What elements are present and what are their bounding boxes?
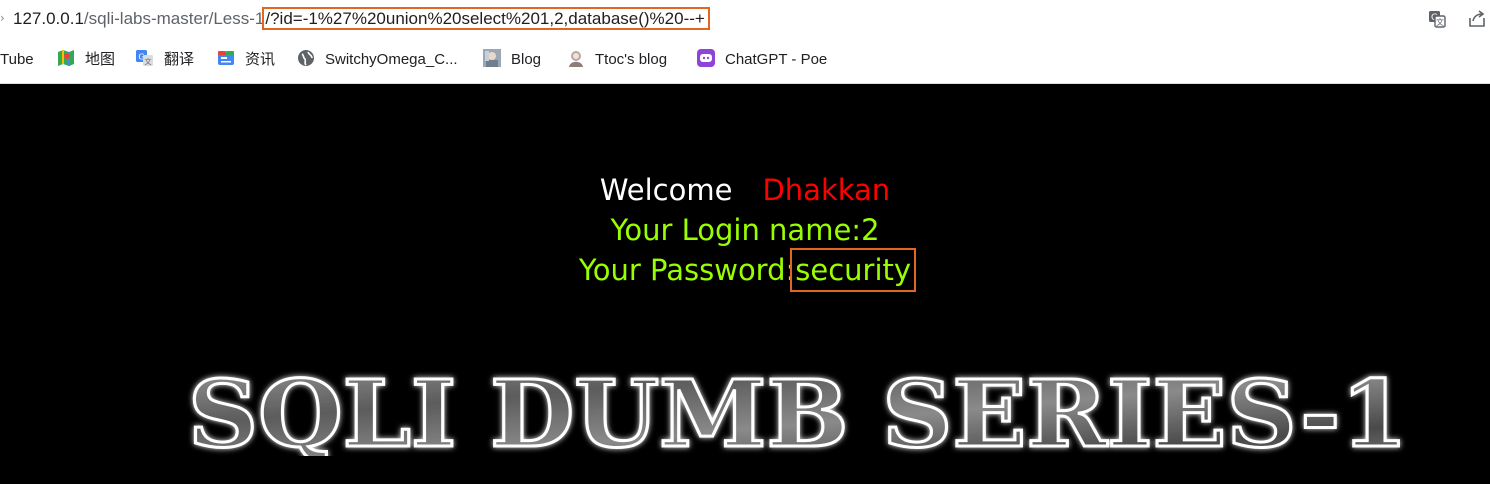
- svg-text:文: 文: [1436, 17, 1444, 27]
- bookmark-label: ChatGPT - Poe: [725, 51, 828, 68]
- sqli-banner: SQLI DUMB SERIES-1: [178, 359, 1418, 470]
- bookmark-news[interactable]: 资讯: [217, 49, 275, 71]
- username-text: Dhakkan: [762, 173, 891, 207]
- bookmark-label: Blog: [511, 51, 542, 68]
- banner-text: SQLI DUMB SERIES-1: [188, 366, 1408, 456]
- welcome-text: Welcome: [599, 173, 733, 207]
- password-label: Your Password:: [578, 253, 796, 287]
- bookmark-maps[interactable]: 地图: [57, 49, 115, 71]
- bookmark-label: 资讯: [245, 51, 276, 68]
- bookmark-label: Ttoc's blog: [595, 51, 668, 68]
- bookmark-translate[interactable]: G 文 翻译: [136, 49, 194, 71]
- url-query-highlight: /?id=-1%27%20union%20select%201,2,databa…: [262, 7, 710, 30]
- password-value-highlight: security: [790, 248, 917, 292]
- bookmark-label: Tube: [0, 51, 34, 68]
- page-content: Welcome Dhakkan Your Login name:2 Your Pa…: [0, 84, 1490, 484]
- share-icon[interactable]: [1467, 9, 1487, 29]
- url-host: 127.0.0.1: [13, 9, 84, 28]
- login-name-value: 2: [861, 213, 880, 247]
- welcome-line: Welcome Dhakkan: [0, 171, 1490, 209]
- svg-text:文: 文: [145, 57, 152, 66]
- globe-icon: [297, 49, 315, 67]
- bookmark-label: 地图: [85, 51, 116, 68]
- bookmark-label: SwitchyOmega_C...: [325, 51, 458, 68]
- login-name-label: Your Login name:: [610, 213, 862, 247]
- poe-icon: [697, 49, 715, 67]
- bookmark-blog[interactable]: Blog: [483, 49, 541, 71]
- login-name-line: Your Login name:2: [0, 211, 1490, 249]
- address-bar[interactable]: › 127.0.0.1/sqli-labs-master/Less-1/?id=…: [0, 0, 1490, 38]
- bookmarks-bar: Tube 地图 G 文 翻译 资讯 SwitchyOmega_C... Blog…: [0, 44, 1490, 76]
- translate-icon: G 文: [136, 49, 154, 67]
- bookmark-poe[interactable]: ChatGPT - Poe: [697, 49, 827, 71]
- bookmark-label: 翻译: [164, 51, 195, 68]
- news-icon: [217, 49, 235, 67]
- url-path: /sqli-labs-master/Less-1: [83, 9, 265, 28]
- bookmark-ttoc-blog[interactable]: Ttoc's blog: [567, 49, 667, 71]
- bookmark-switchyomega[interactable]: SwitchyOmega_C...: [297, 49, 458, 71]
- bookmark-youtube[interactable]: Tube: [0, 49, 34, 71]
- browser-chrome: › 127.0.0.1/sqli-labs-master/Less-1/?id=…: [0, 0, 1490, 84]
- url-field[interactable]: 127.0.0.1/sqli-labs-master/Less-1/?id=-1…: [13, 7, 710, 30]
- password-line: Your Password:security: [0, 248, 1490, 292]
- chevron-left-icon[interactable]: ›: [0, 11, 6, 25]
- blog-avatar-icon: [483, 49, 501, 67]
- maps-icon: [57, 49, 75, 67]
- ttoc-avatar-icon: [567, 49, 585, 67]
- translate-icon[interactable]: G 文: [1427, 9, 1447, 29]
